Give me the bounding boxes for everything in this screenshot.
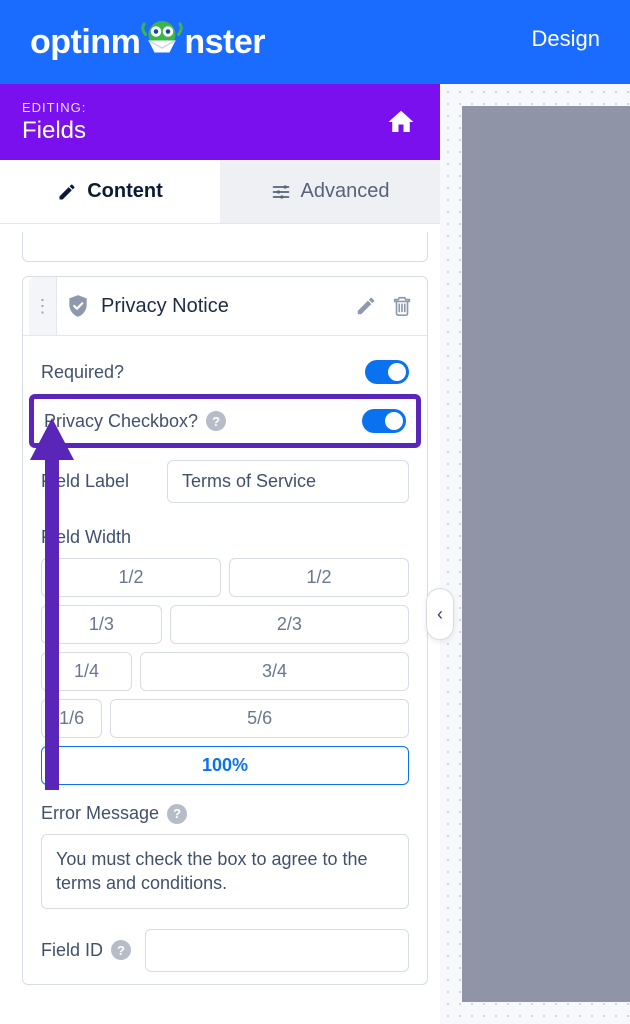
panel-scroll[interactable]: ⋮ Privacy Notice Required	[0, 224, 440, 1024]
width-100[interactable]: 100%	[41, 746, 409, 785]
help-icon[interactable]: ?	[111, 940, 131, 960]
width-1-4[interactable]: 1/4	[41, 652, 132, 691]
mascot-icon	[138, 18, 186, 66]
field-id-input[interactable]	[145, 929, 409, 972]
help-icon[interactable]: ?	[167, 804, 187, 824]
privacy-checkbox-toggle[interactable]	[362, 409, 406, 433]
drag-handle[interactable]: ⋮	[29, 277, 57, 335]
width-5-6[interactable]: 5/6	[110, 699, 409, 738]
edit-icon[interactable]	[355, 295, 377, 317]
tab-design[interactable]: Design	[532, 26, 600, 58]
field-width-label: Field Width	[41, 509, 409, 558]
width-3-4[interactable]: 3/4	[140, 652, 409, 691]
width-1-2-b[interactable]: 1/2	[229, 558, 409, 597]
width-1-3[interactable]: 1/3	[41, 605, 162, 644]
row-field-label: Field Label	[41, 448, 409, 509]
row-privacy-checkbox: Privacy Checkbox? ?	[44, 399, 406, 443]
help-icon[interactable]: ?	[206, 411, 226, 431]
panel-collapse-button[interactable]: ‹	[426, 588, 454, 640]
editor-panel: EDITING: Fields Content Advanced	[0, 84, 440, 1024]
row-field-id: Field ID ?	[41, 909, 409, 978]
tab-advanced[interactable]: Advanced	[220, 160, 440, 223]
field-card-privacy-notice: ⋮ Privacy Notice Required	[22, 276, 428, 985]
width-1-6[interactable]: 1/6	[41, 699, 102, 738]
editing-label: EDITING:	[22, 100, 86, 115]
brand-text-post: nster	[184, 23, 265, 62]
required-toggle[interactable]	[365, 360, 409, 384]
editing-title: Fields	[22, 117, 86, 145]
shield-check-icon	[65, 293, 91, 319]
privacy-checkbox-label: Privacy Checkbox?	[44, 411, 198, 432]
sliders-icon	[271, 182, 291, 202]
chevron-left-icon: ‹	[437, 604, 443, 625]
top-bar: optinm nster Design	[0, 0, 630, 84]
field-label-label: Field Label	[41, 471, 153, 492]
width-1-2-a[interactable]: 1/2	[41, 558, 221, 597]
field-card-header: ⋮ Privacy Notice	[23, 277, 427, 336]
editing-header: EDITING: Fields	[0, 84, 440, 160]
campaign-preview[interactable]	[462, 106, 630, 1002]
previous-field-stub	[22, 232, 428, 262]
width-2-3[interactable]: 2/3	[170, 605, 409, 644]
home-icon[interactable]	[384, 107, 418, 137]
pencil-icon	[57, 182, 77, 202]
error-message-input[interactable]: You must check the box to agree to the t…	[41, 834, 409, 909]
field-width-options: 1/2 1/2 1/3 2/3 1/4 3/4 1/6	[41, 558, 409, 785]
brand-logo: optinm nster	[30, 18, 265, 66]
tab-content[interactable]: Content	[0, 160, 220, 223]
canvas-area: ‹	[440, 84, 630, 1024]
drag-dots-icon: ⋮	[34, 303, 52, 309]
field-title: Privacy Notice	[101, 295, 355, 318]
brand-text-pre: optinm	[30, 23, 140, 62]
row-required: Required?	[41, 350, 409, 394]
privacy-checkbox-highlight: Privacy Checkbox? ?	[29, 394, 421, 448]
field-label-input[interactable]	[167, 460, 409, 503]
error-message-label: Error Message	[41, 803, 159, 824]
required-label: Required?	[41, 362, 124, 383]
field-id-label: Field ID	[41, 940, 103, 961]
panel-tabs: Content Advanced	[0, 160, 440, 224]
trash-icon[interactable]	[391, 295, 413, 317]
